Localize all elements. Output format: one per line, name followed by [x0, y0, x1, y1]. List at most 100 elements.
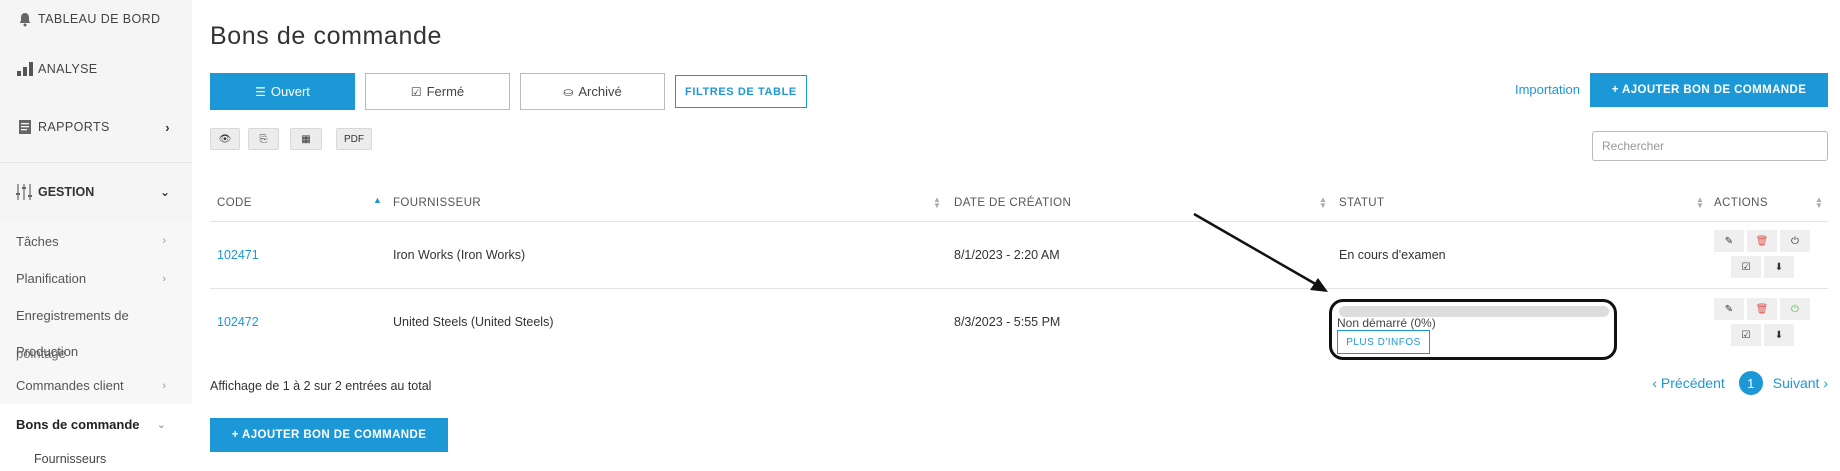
eye-icon: 👁 — [218, 133, 232, 145]
nav-dashboard[interactable]: TABLEAU DE BORD — [0, 0, 192, 38]
add-purchase-order-button-bottom[interactable]: + AJOUTER BON DE COMMANDE — [210, 418, 448, 452]
page-title: Bons de commande — [210, 22, 442, 50]
main-content: Bons de commande ☰ Ouvert ☑ Fermé ⛀ Arch… — [210, 0, 1828, 471]
tab-archive[interactable]: ⛀ Archivé — [520, 73, 665, 110]
sidebar-item-label: Bons de commande — [16, 416, 140, 432]
add-purchase-order-button[interactable]: + AJOUTER BON DE COMMANDE — [1590, 73, 1828, 107]
edit-button[interactable]: ✎ — [1714, 230, 1744, 252]
chevron-right-icon: › — [162, 379, 166, 392]
sidebar: TABLEAU DE BORD ANALYSE RAPPORTS › GESTI… — [0, 0, 192, 471]
power-button[interactable]: ⏻ — [1780, 298, 1810, 320]
supplier-cell: United Steels (United Steels) — [393, 315, 554, 329]
chevron-right-icon: › — [165, 119, 170, 135]
sort-icon: ▲ ▼ — [933, 195, 941, 210]
sidebar-item-enregistrements[interactable]: Enregistrements de Production pointage — [0, 297, 192, 367]
supplier-cell: Iron Works (Iron Works) — [393, 248, 526, 262]
tab-ouvert[interactable]: ☰ Ouvert — [210, 73, 355, 110]
pdf-export-button[interactable]: PDF — [336, 128, 372, 150]
power-button[interactable]: ⏻ — [1780, 230, 1810, 252]
power-icon: ⏻ — [1791, 303, 1799, 315]
sidebar-item-fournisseurs[interactable]: Fournisseurs — [0, 444, 192, 471]
bar-chart-icon — [16, 60, 34, 78]
sort-icon: ▲ ▼ — [1815, 195, 1823, 210]
col-header-date[interactable]: DATE DE CRÉATION — [954, 197, 1071, 209]
col-header-fournisseur[interactable]: FOURNISSEUR — [393, 197, 481, 209]
sidebar-item-label: Fournisseurs — [34, 452, 107, 466]
chevron-right-icon: › — [162, 272, 166, 285]
column-visibility-button[interactable]: 👁 — [210, 128, 240, 150]
status-cell: En cours d'examen — [1339, 248, 1446, 262]
trash-icon: 🗑 — [1755, 235, 1769, 247]
gestion-submenu: Tâches › Planification › Enregistrements… — [0, 222, 192, 471]
nav-analyse[interactable]: ANALYSE — [0, 38, 192, 100]
download-button[interactable]: ⬇ — [1764, 324, 1794, 346]
sort-icon: ▲ ▼ — [1696, 195, 1704, 210]
trash-icon: 🗑 — [1755, 303, 1769, 315]
sidebar-item-taches[interactable]: Tâches › — [0, 222, 192, 260]
copy-icon: ⎘ — [259, 133, 268, 145]
delete-button[interactable]: 🗑 — [1747, 230, 1777, 252]
sliders-icon — [16, 183, 34, 200]
search-input[interactable] — [1592, 131, 1828, 161]
table-filters-button[interactable]: FILTRES DE TABLE — [675, 75, 807, 108]
edit-icon: ✎ — [1724, 303, 1734, 315]
download-button[interactable]: ⬇ — [1764, 256, 1794, 278]
table-icon: ▦ — [301, 133, 311, 145]
list-icon: ☰ — [255, 84, 266, 99]
import-link[interactable]: Importation — [1515, 82, 1580, 97]
download-icon: ⬇ — [1774, 329, 1784, 341]
col-header-code[interactable]: CODE — [217, 197, 252, 209]
sidebar-item-label: Commandes client — [16, 378, 124, 393]
highlight-box — [1329, 299, 1617, 360]
col-header-statut[interactable]: STATUT — [1339, 197, 1384, 209]
sidebar-item-commandes-client[interactable]: Commandes client › — [0, 367, 192, 404]
page-number-current[interactable]: 1 — [1738, 371, 1763, 395]
delete-button[interactable]: 🗑 — [1747, 298, 1777, 320]
nav-gestion-label: GESTION — [38, 184, 95, 199]
date-cell: 8/3/2023 - 5:55 PM — [954, 315, 1061, 329]
close-order-button[interactable]: ☑ — [1731, 324, 1761, 346]
col-header-actions: ACTIONS — [1714, 197, 1768, 209]
nav-rapports-label: RAPPORTS — [38, 120, 110, 134]
order-code-link[interactable]: 102472 — [217, 315, 259, 329]
annotation-arrow — [1193, 212, 1328, 292]
power-icon: ⏻ — [1791, 235, 1799, 247]
chevron-down-icon: ⌄ — [159, 184, 170, 199]
sidebar-item-label: Enregistrements de — [16, 308, 129, 323]
excel-export-button[interactable]: ▦ — [290, 128, 322, 150]
report-icon — [16, 118, 34, 136]
divider — [210, 221, 1828, 222]
edit-button[interactable]: ✎ — [1714, 298, 1744, 320]
sort-icon: ▲ ▼ — [1319, 195, 1327, 210]
tab-label: Archivé — [578, 84, 622, 99]
sort-asc-icon: ▲ — [373, 195, 382, 205]
check-square-icon: ☑ — [1741, 329, 1751, 341]
nav-analyse-label: ANALYSE — [38, 62, 98, 76]
nav-rapports[interactable]: RAPPORTS › — [0, 100, 192, 154]
sidebar-item-bons-de-commande[interactable]: Bons de commande ⌄ — [0, 404, 192, 444]
chevron-down-icon: ⌄ — [156, 418, 166, 431]
pagination: ‹ Précédent 1 Suivant › — [1652, 371, 1828, 395]
order-code-link[interactable]: 102471 — [217, 248, 259, 262]
inbox-icon: ⛀ — [563, 84, 574, 99]
divider — [210, 288, 1828, 289]
check-square-icon: ☑ — [410, 84, 422, 99]
sidebar-item-label: Tâches — [16, 233, 59, 249]
date-cell: 8/1/2023 - 2:20 AM — [954, 248, 1060, 262]
download-icon: ⬇ — [1774, 261, 1784, 273]
prev-page-link[interactable]: ‹ Précédent — [1652, 375, 1724, 391]
chevron-right-icon: › — [162, 235, 166, 247]
nav-gestion[interactable]: GESTION ⌄ — [0, 162, 192, 220]
sidebar-item-planification[interactable]: Planification › — [0, 260, 192, 297]
sidebar-item-label-line2-overlap: pointage — [16, 346, 66, 361]
check-square-icon: ☑ — [1741, 261, 1751, 273]
close-order-button[interactable]: ☑ — [1731, 256, 1761, 278]
edit-icon: ✎ — [1724, 235, 1734, 247]
next-page-link[interactable]: Suivant › — [1773, 375, 1828, 391]
copy-button[interactable]: ⎘ — [248, 128, 279, 150]
tab-label: Ouvert — [270, 84, 310, 99]
nav-dashboard-label: TABLEAU DE BORD — [38, 12, 161, 26]
bell-icon — [16, 10, 34, 28]
tab-label: Fermé — [426, 84, 465, 99]
tab-ferme[interactable]: ☑ Fermé — [365, 73, 510, 110]
